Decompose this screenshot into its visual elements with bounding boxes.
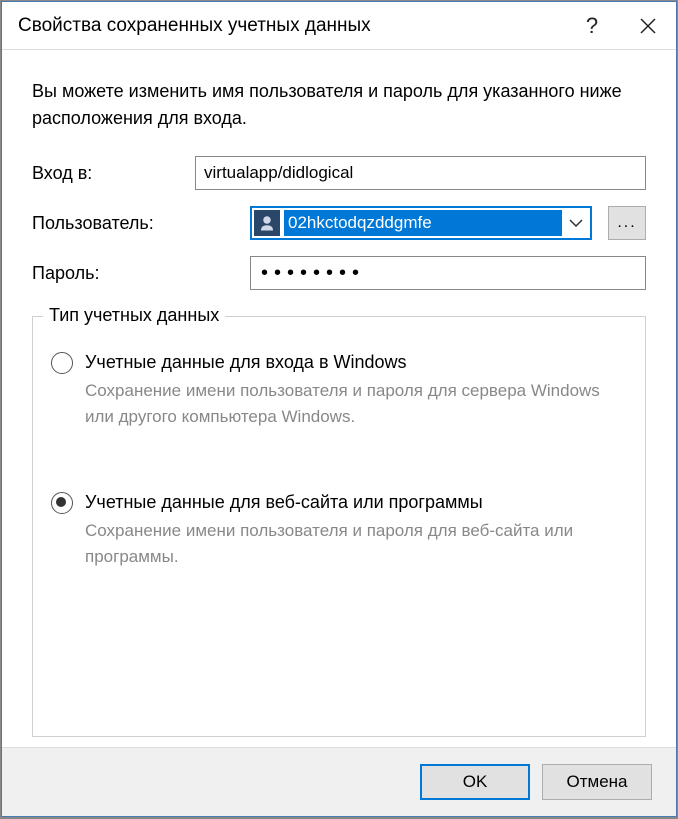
titlebar: Свойства сохраненных учетных данных ? [2, 2, 676, 50]
password-row: Пароль: [32, 256, 646, 290]
radio-option-windows[interactable]: Учетные данные для входа в Windows Сохра… [51, 349, 627, 429]
content-area: Вы можете изменить имя пользователя и па… [2, 50, 676, 747]
user-combobox[interactable]: 02hkctodqzddgmfe [250, 206, 592, 240]
ok-button[interactable]: OK [420, 764, 530, 800]
window-title: Свойства сохраненных учетных данных [18, 15, 564, 37]
dialog-window: Свойства сохраненных учетных данных ? Вы… [1, 1, 677, 817]
radio-website-desc: Сохранение имени пользователя и пароля д… [85, 518, 627, 569]
user-row: Пользователь: 02hkctodqzddgmfe ... [32, 206, 646, 240]
footer: OK Отмена [2, 747, 676, 816]
password-label: Пароль: [32, 263, 242, 284]
user-value: 02hkctodqzddgmfe [284, 210, 562, 236]
radio-option-website[interactable]: Учетные данные для веб-сайта или програм… [51, 489, 627, 569]
login-to-input[interactable] [195, 156, 646, 190]
user-avatar-icon [254, 210, 280, 236]
chevron-down-icon[interactable] [562, 219, 590, 227]
intro-text: Вы можете изменить имя пользователя и па… [32, 78, 646, 132]
help-button[interactable]: ? [564, 2, 620, 50]
login-to-row: Вход в: [32, 156, 646, 190]
login-to-label: Вход в: [32, 163, 187, 184]
password-input[interactable] [250, 256, 646, 290]
radio-website-title: Учетные данные для веб-сайта или програм… [85, 489, 627, 516]
radio-windows-title: Учетные данные для входа в Windows [85, 349, 627, 376]
user-label: Пользователь: [32, 213, 242, 234]
radio-icon[interactable] [51, 492, 73, 514]
radio-windows-desc: Сохранение имени пользователя и пароля д… [85, 378, 627, 429]
browse-button[interactable]: ... [608, 206, 646, 240]
credential-type-group: Тип учетных данных Учетные данные для вх… [32, 316, 646, 737]
close-icon [640, 18, 656, 34]
cancel-button[interactable]: Отмена [542, 764, 652, 800]
radio-icon[interactable] [51, 352, 73, 374]
group-legend: Тип учетных данных [43, 305, 225, 326]
close-button[interactable] [620, 2, 676, 50]
